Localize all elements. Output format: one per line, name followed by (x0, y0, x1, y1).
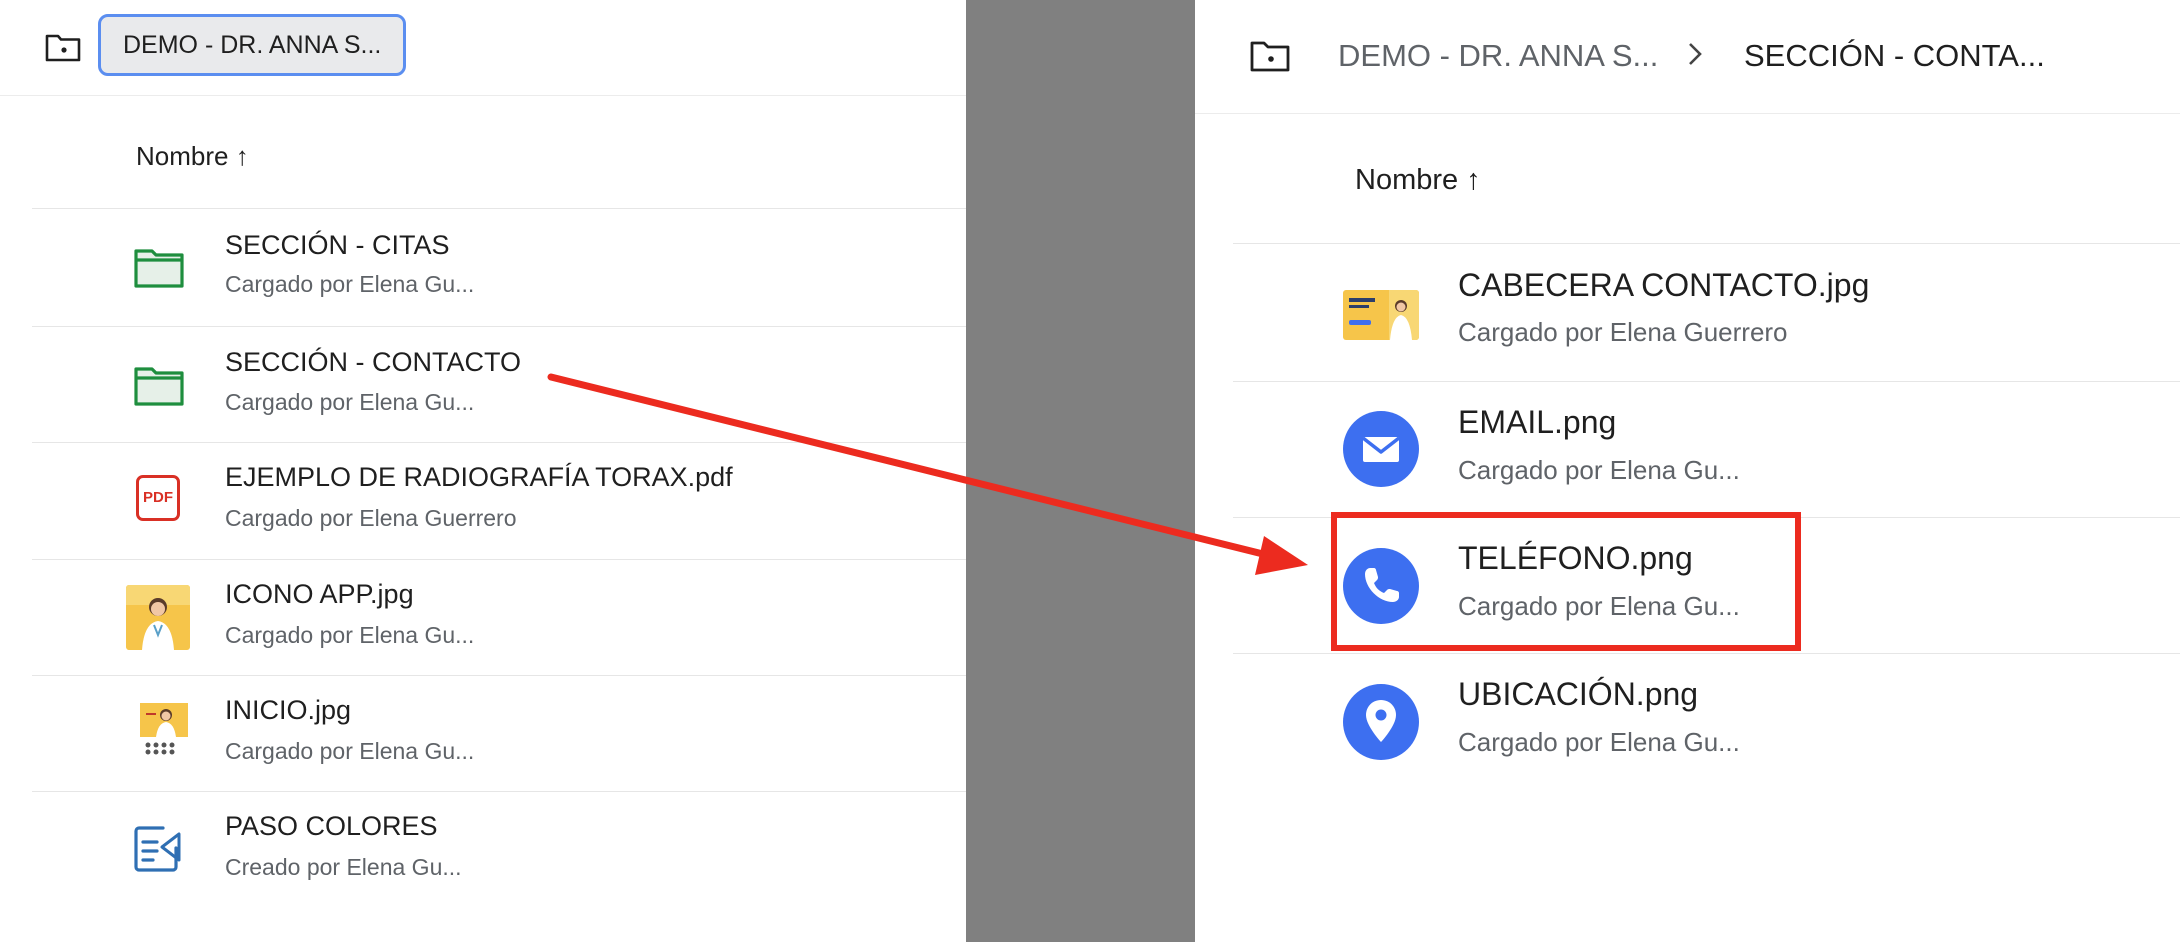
list-item[interactable]: CABECERA CONTACTO.jpg Cargado por Elena … (1195, 244, 2180, 380)
list-item[interactable]: INICIO.jpg Cargado por Elena Gu... (0, 676, 966, 792)
list-item[interactable]: EMAIL.png Cargado por Elena Gu... (1195, 382, 2180, 517)
panel-divider (966, 0, 1195, 942)
row-title: SECCIÓN - CONTACTO (225, 347, 522, 377)
row-title: ICONO APP.jpg (225, 579, 414, 609)
folder-nav-icon[interactable] (45, 32, 81, 62)
list-item[interactable]: TELÉFONO.png Cargado por Elena Gu... (1195, 518, 2180, 653)
row-title: EMAIL.png (1458, 404, 1617, 440)
chevron-right-icon (1689, 43, 1702, 65)
row-title: SECCIÓN - CITAS (225, 230, 450, 260)
list-item[interactable]: PDF EJEMPLO DE RADIOGRAFÍA TORAX.pdf Car… (0, 443, 966, 559)
folder-icon (134, 249, 184, 288)
left-topbar: DEMO - DR. ANNA S... (0, 0, 966, 96)
list-item[interactable]: PASO COLORES Creado por Elena Gu... (0, 792, 966, 908)
image-thumbnail (136, 701, 192, 757)
name-column-header[interactable]: Nombre ↑ (136, 141, 249, 172)
row-title: INICIO.jpg (225, 695, 352, 725)
row-subtitle: Cargado por Elena Gu... (1458, 455, 1740, 485)
right-topbar: DEMO - DR. ANNA S... SECCIÓN - CONTA... (1195, 0, 2180, 114)
folder-nav-icon[interactable] (1250, 39, 1290, 72)
row-title: UBICACIÓN.png (1458, 676, 1699, 712)
pdf-icon: PDF (136, 475, 180, 521)
row-subtitle: Cargado por Elena Guerrero (225, 505, 517, 531)
name-column-header[interactable]: Nombre ↑ (1355, 164, 1481, 197)
row-title: CABECERA CONTACTO.jpg (1458, 267, 1870, 303)
list-item[interactable]: SECCIÓN - CITAS Cargado por Elena Gu... (0, 209, 966, 325)
form-icon (134, 826, 181, 872)
row-title: TELÉFONO.png (1458, 540, 1693, 576)
row-subtitle: Creado por Elena Gu... (225, 854, 462, 880)
image-thumbnail (1343, 290, 1419, 340)
row-title: PASO COLORES (225, 811, 438, 841)
folder-icon (134, 367, 184, 406)
row-subtitle: Cargado por Elena Guerrero (1458, 317, 1788, 347)
row-subtitle: Cargado por Elena Gu... (1458, 591, 1740, 621)
breadcrumb-parent[interactable]: DEMO - DR. ANNA S... (1338, 38, 1658, 74)
row-title: EJEMPLO DE RADIOGRAFÍA TORAX.pdf (225, 462, 733, 492)
row-subtitle: Cargado por Elena Gu... (225, 738, 475, 764)
left-pane: DEMO - DR. ANNA S... Nombre ↑ SECCIÓN - … (0, 0, 966, 942)
list-item[interactable]: SECCIÓN - CONTACTO Cargado por Elena Gu.… (0, 327, 966, 443)
email-icon (1343, 411, 1419, 487)
location-icon (1343, 684, 1419, 760)
row-subtitle: Cargado por Elena Gu... (1458, 727, 1740, 757)
right-pane: DEMO - DR. ANNA S... SECCIÓN - CONTA... … (1195, 0, 2180, 942)
list-item[interactable]: ICONO APP.jpg Cargado por Elena Gu... (0, 560, 966, 676)
breadcrumb-current[interactable]: SECCIÓN - CONTA... (1744, 38, 2045, 74)
list-item[interactable]: UBICACIÓN.png Cargado por Elena Gu... (1195, 654, 2180, 789)
row-subtitle: Cargado por Elena Gu... (225, 271, 475, 297)
phone-icon (1343, 548, 1419, 624)
row-subtitle: Cargado por Elena Gu... (225, 622, 475, 648)
image-thumbnail (126, 585, 190, 650)
breadcrumb-chip[interactable]: DEMO - DR. ANNA S... (98, 14, 406, 76)
row-subtitle: Cargado por Elena Gu... (225, 389, 475, 415)
